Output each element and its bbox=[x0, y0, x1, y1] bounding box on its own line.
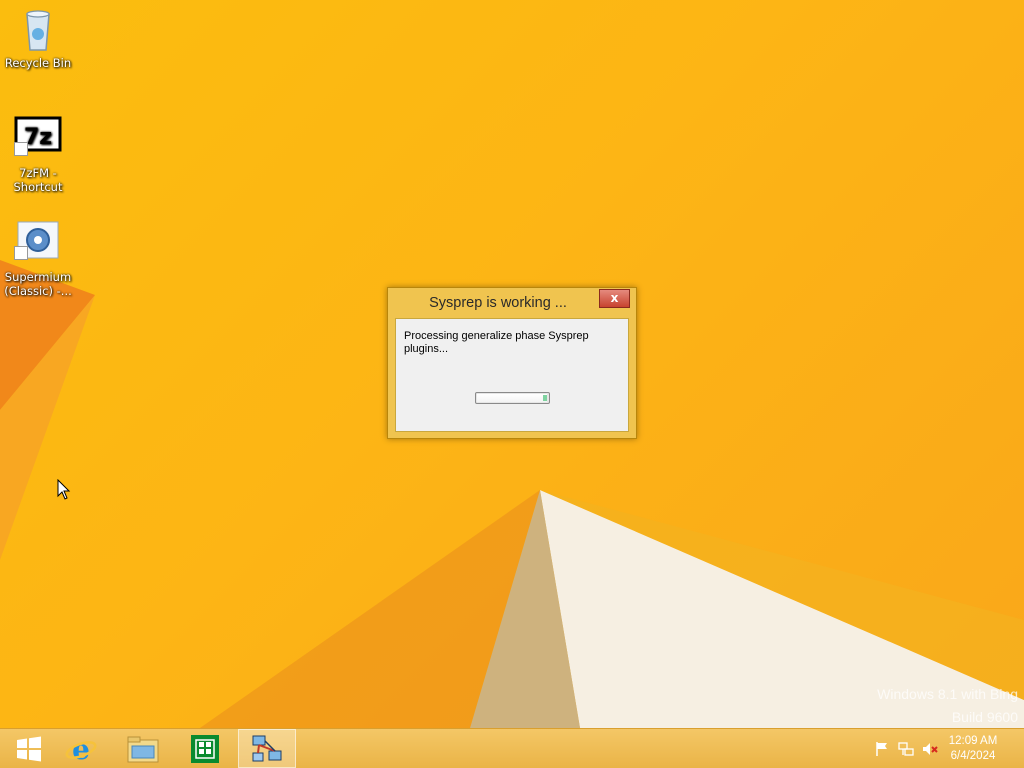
svg-text:7z: 7z bbox=[24, 125, 52, 150]
close-button[interactable]: x bbox=[599, 289, 630, 308]
taskbar-network-app[interactable] bbox=[238, 729, 296, 768]
progress-bar bbox=[475, 392, 550, 404]
dialog-client-area: Processing generalize phase Sysprep plug… bbox=[395, 318, 629, 432]
network-computers-icon bbox=[252, 735, 282, 761]
status-message: Processing generalize phase Sysprep plug… bbox=[404, 330, 589, 355]
svg-text:e: e bbox=[72, 733, 90, 765]
watermark-build: Build 9600 bbox=[951, 709, 1018, 725]
shortcut-arrow-icon bbox=[14, 246, 28, 260]
dialog-title: Sysprep is working ... bbox=[429, 295, 567, 311]
taskbar: e 12:09 AM 6/4/2024 bbox=[0, 728, 1024, 768]
desktop-icon-7zfm-shortcut[interactable]: 7z 7zFM - Shortcut bbox=[0, 116, 76, 194]
desktop-icon-label: 7zFM - Shortcut bbox=[13, 166, 63, 194]
desktop-icon-label: Supermium (Classic) -... bbox=[4, 270, 72, 298]
progress-glow bbox=[543, 395, 547, 401]
store-icon bbox=[191, 734, 219, 763]
supermium-gear-icon bbox=[14, 220, 62, 268]
sysprep-dialog: Sysprep is working ... x Processing gene… bbox=[387, 287, 637, 439]
7zip-icon: 7z bbox=[14, 116, 62, 164]
windows-logo-icon bbox=[17, 736, 41, 761]
flag-icon[interactable] bbox=[874, 741, 890, 757]
desktop-icon-supermium-shortcut[interactable]: Supermium (Classic) -... bbox=[0, 220, 76, 298]
ie-icon: e bbox=[65, 733, 97, 765]
recycle-bin-icon bbox=[14, 6, 62, 54]
folder-icon bbox=[127, 736, 159, 762]
taskbar-internet-explorer[interactable]: e bbox=[52, 729, 110, 768]
watermark-edition: Windows 8.1 with Bing bbox=[877, 686, 1018, 702]
taskbar-file-explorer[interactable] bbox=[114, 729, 172, 768]
progress-fill bbox=[477, 394, 547, 402]
start-button[interactable] bbox=[0, 729, 58, 768]
speaker-muted-icon[interactable] bbox=[922, 741, 938, 757]
desktop-icon-recycle-bin[interactable]: Recycle Bin bbox=[0, 6, 76, 70]
shortcut-arrow-icon bbox=[14, 142, 28, 156]
taskbar-clock[interactable]: 12:09 AM 6/4/2024 bbox=[938, 734, 1008, 764]
desktop: Recycle Bin 7z 7zFM - Shortcut Supermium… bbox=[0, 0, 1024, 728]
mouse-cursor-icon bbox=[57, 479, 71, 500]
desktop-icon-label: Recycle Bin bbox=[4, 56, 72, 70]
clock-date: 6/4/2024 bbox=[950, 750, 996, 762]
network-icon[interactable] bbox=[898, 741, 914, 757]
clock-time: 12:09 AM bbox=[948, 735, 998, 747]
taskbar-store[interactable] bbox=[176, 729, 234, 768]
